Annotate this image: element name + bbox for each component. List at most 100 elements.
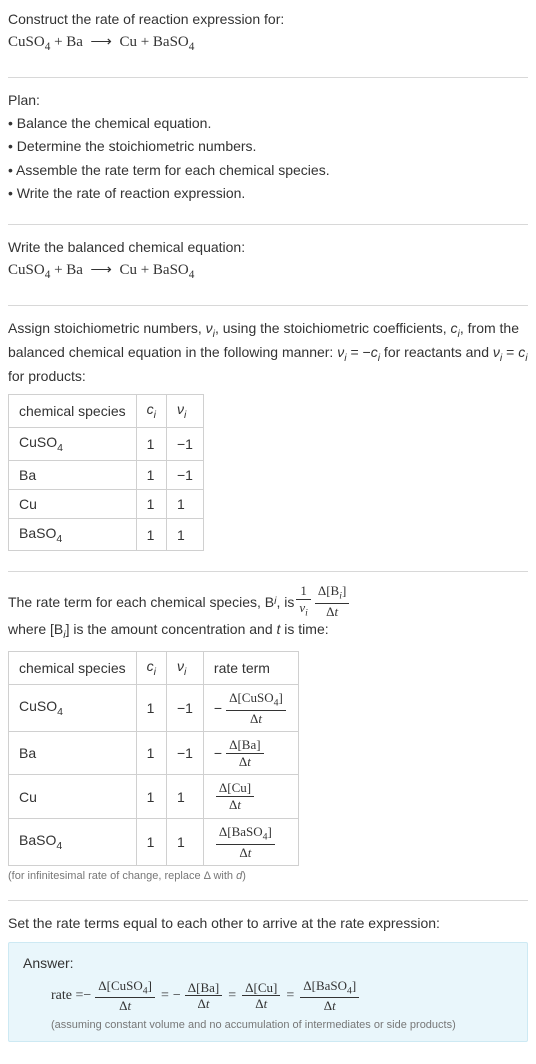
divider [8,77,528,78]
plan-item: • Write the rate of reaction expression. [8,183,528,203]
cell-vi: −1 [166,460,203,489]
table-row: Cu11 [9,489,204,518]
cell-ci: 1 [136,489,166,518]
rate-frac: Δ[BaSO4]Δt [216,825,275,859]
cell-ci: 1 [136,732,166,775]
rateterm-note: (for infinitesimal rate of change, repla… [8,870,528,882]
col-vi: νi [166,651,203,684]
rateterm-intro-suffix: where [Bi] is the amount concentration a… [8,619,329,643]
frac-num: 1 [296,584,311,600]
frac-num: Δ[Cu] [216,781,254,797]
frac-den: Δt [216,845,275,860]
rate-frac: Δ[Ba]Δt [226,738,263,768]
answer-label: Answer: [23,955,513,971]
rate-frac: Δ[CuSO4]Δt [226,691,286,725]
cell-species: BaSO4 [9,818,137,865]
frac-den: Δt [216,797,254,812]
divider [8,900,528,901]
cell-vi: 1 [166,818,203,865]
cell-species: Cu [9,775,137,818]
frac-num: Δ[BaSO4] [216,825,275,845]
frac-den: νi [296,600,311,619]
answer-note: (assuming constant volume and no accumul… [23,1019,513,1031]
plan-item: • Determine the stoichiometric numbers. [8,136,528,156]
frac-den: Δt [226,754,263,769]
cell-vi: −1 [166,732,203,775]
frac-num: Δ[Bi] [315,584,349,604]
cell-rate: Δ[Cu]Δt [203,775,298,818]
col-rate: rate term [203,651,298,684]
frac-num: Δ[Cu] [242,981,280,997]
answer-term: −Δ[CuSO4]Δt [83,979,157,1013]
cell-species: CuSO4 [9,684,137,731]
final-heading: Set the rate terms equal to each other t… [8,913,528,933]
equals-sign: = [286,988,294,1004]
cell-ci: 1 [136,818,166,865]
answer-box: Answer: rate = −Δ[CuSO4]Δt=−Δ[Ba]Δt=Δ[Cu… [8,942,528,1042]
answer-rate-label: rate = [51,988,83,1004]
balanced-section: Write the balanced chemical equation: Cu… [8,237,528,297]
frac-den: Δt [242,996,280,1011]
equals-sign: = [161,988,169,1004]
frac-den: Δt [95,998,155,1013]
table-row: Ba1−1 [9,460,204,489]
divider [8,571,528,572]
cell-ci: 1 [136,684,166,731]
cell-vi: −1 [166,427,203,460]
answer-term: Δ[Cu]Δt [240,981,282,1011]
balanced-equation: CuSO4 + Ba ⟶ Cu + BaSO4 [8,260,528,283]
rate-frac: Δ[CuSO4]Δt [95,979,155,1013]
stoich-section: Assign stoichiometric numbers, νi, using… [8,318,528,564]
cell-ci: 1 [136,427,166,460]
cell-species: Ba [9,460,137,489]
answer-term: Δ[BaSO4]Δt [298,979,361,1013]
document-root: Construct the rate of reaction expressio… [0,0,536,1064]
table-row: BaSO411Δ[BaSO4]Δt [9,818,299,865]
rateterm-frac-1: 1 νi [296,584,311,618]
plan-section: Plan: • Balance the chemical equation.• … [8,90,528,216]
plan-heading: Plan: [8,90,528,110]
cell-rate: Δ[BaSO4]Δt [203,818,298,865]
table-row: CuSO41−1 [9,427,204,460]
frac-den: Δt [185,996,222,1011]
plan-item: • Balance the chemical equation. [8,113,528,133]
answer-equation: rate = −Δ[CuSO4]Δt=−Δ[Ba]Δt=Δ[Cu]Δt=Δ[Ba… [23,979,513,1013]
balanced-heading: Write the balanced chemical equation: [8,237,528,257]
cell-vi: 1 [166,775,203,818]
table-row: Ba1−1−Δ[Ba]Δt [9,732,299,775]
answer-term: −Δ[Ba]Δt [173,981,224,1011]
cell-species: BaSO4 [9,518,137,551]
col-species: chemical species [9,395,137,428]
divider [8,224,528,225]
cell-rate: −Δ[Ba]Δt [203,732,298,775]
rateterm-frac-2: Δ[Bi] Δt [315,584,349,618]
question-equation: CuSO4 + Ba ⟶ Cu + BaSO4 [8,32,528,55]
frac-num: Δ[Ba] [226,738,263,754]
frac-num: Δ[CuSO4] [226,691,286,711]
cell-vi: −1 [166,684,203,731]
frac-den: Δt [300,998,359,1013]
plan-item: • Assemble the rate term for each chemic… [8,160,528,180]
cell-vi: 1 [166,518,203,551]
final-section: Set the rate terms equal to each other t… [8,913,528,1052]
rateterm-section: The rate term for each chemical species,… [8,584,528,892]
table-row: BaSO411 [9,518,204,551]
plan-list: • Balance the chemical equation. • Determ… [8,113,528,203]
rate-frac: Δ[Cu]Δt [216,781,254,811]
table-row: CuSO41−1−Δ[CuSO4]Δt [9,684,299,731]
cell-ci: 1 [136,460,166,489]
frac-num: Δ[CuSO4] [95,979,155,999]
table-row: Cu11Δ[Cu]Δt [9,775,299,818]
rate-frac: Δ[BaSO4]Δt [300,979,359,1013]
col-ci: ci [136,395,166,428]
table-header-row: chemical species ci νi rate term [9,651,299,684]
cell-species: CuSO4 [9,427,137,460]
equals-sign: = [228,988,236,1004]
cell-ci: 1 [136,775,166,818]
rateterm-intro-middle: , is [276,592,294,612]
col-species: chemical species [9,651,137,684]
rateterm-intro: The rate term for each chemical species,… [8,584,528,642]
rateterm-table: chemical species ci νi rate term CuSO41−… [8,651,299,866]
col-ci: ci [136,651,166,684]
cell-rate: −Δ[CuSO4]Δt [203,684,298,731]
